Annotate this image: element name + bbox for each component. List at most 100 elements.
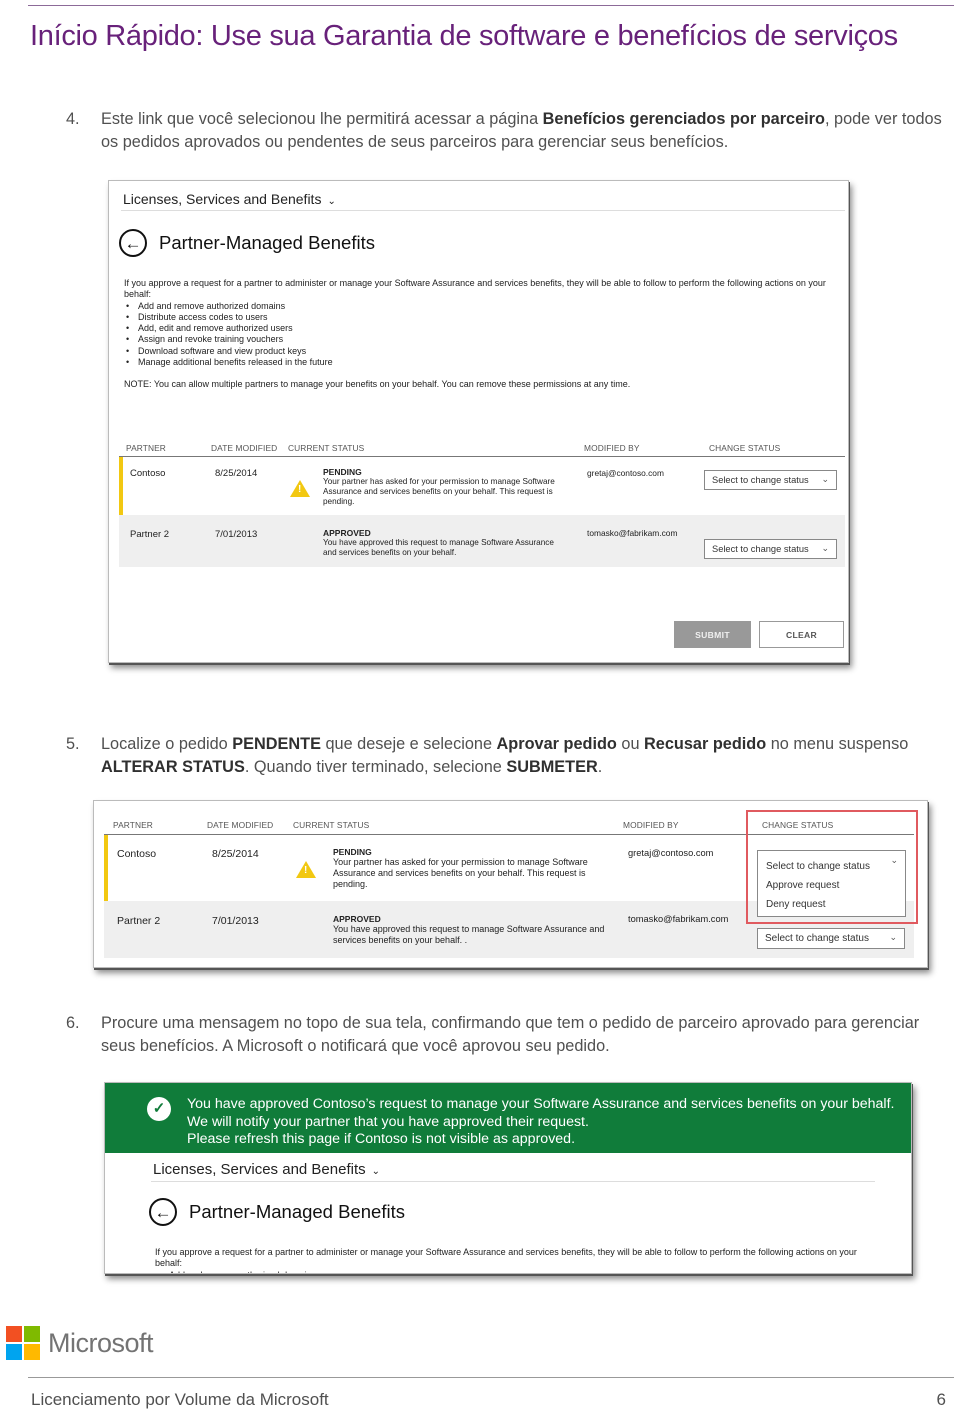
page-title: Início Rápido: Use sua Garantia de softw… bbox=[30, 20, 898, 53]
bold-term: ALTERAR STATUS bbox=[101, 758, 245, 776]
column-header-partner: PARTNER bbox=[113, 820, 153, 830]
chevron-down-icon: ⌄ bbox=[821, 474, 829, 484]
status-description: You have approved this request to manage… bbox=[323, 538, 554, 558]
screenshot-approval-confirmation: ✓ You have approved Contoso’s request to… bbox=[104, 1082, 912, 1274]
status-description: Your partner has asked for your permissi… bbox=[323, 477, 555, 507]
column-header-current-status: CURRENT STATUS bbox=[293, 820, 370, 830]
column-header-change-status: CHANGE STATUS bbox=[709, 443, 781, 453]
warning-icon: ! bbox=[290, 480, 310, 497]
action-item: Manage additional benefits released in t… bbox=[124, 357, 839, 369]
step-number: 4. bbox=[66, 110, 80, 128]
text-run: no menu suspenso bbox=[766, 735, 909, 753]
pending-flag bbox=[104, 835, 108, 901]
page-header: ← Partner-Managed Benefits bbox=[119, 229, 375, 257]
status-title: APPROVED bbox=[333, 914, 381, 924]
change-status-select[interactable]: Select to change status ⌄ bbox=[704, 539, 837, 559]
highlight-box bbox=[746, 810, 918, 924]
banner-line: Please refresh this page if Contoso is n… bbox=[187, 1131, 576, 1147]
partner-name: Partner 2 bbox=[117, 915, 161, 927]
text-run: Procure uma mensagem no topo de sua tela… bbox=[101, 1014, 920, 1055]
current-status: PENDING Your partner has asked for your … bbox=[323, 467, 568, 508]
breadcrumb[interactable]: Licenses, Services and Benefits ⌄ bbox=[123, 191, 336, 207]
date-modified: 7/01/2013 bbox=[212, 915, 259, 927]
logo-square-red bbox=[6, 1326, 22, 1342]
modified-by: gretaj@contoso.com bbox=[587, 468, 664, 478]
table-row: Contoso 8/25/2014 ! PENDING Your partner… bbox=[119, 457, 845, 515]
change-status-select[interactable]: Select to change status ⌄ bbox=[757, 928, 905, 949]
intro-text: If you approve a request for a partner t… bbox=[124, 278, 826, 300]
action-item: Add, edit and remove authorized users bbox=[124, 323, 839, 335]
status-description: Your partner has asked for your permissi… bbox=[333, 857, 588, 889]
pending-flag bbox=[119, 457, 123, 515]
breadcrumb-divider bbox=[151, 1181, 875, 1182]
modified-by: tomasko@fabrikam.com bbox=[628, 914, 729, 924]
step-6: 6. Procure uma mensagem no topo de sua t… bbox=[66, 1012, 950, 1058]
action-item: Distribute access codes to users bbox=[124, 312, 839, 324]
note-text: NOTE: You can allow multiple partners to… bbox=[124, 379, 631, 390]
checkmark-icon: ✓ bbox=[147, 1097, 171, 1121]
text-run: ou bbox=[616, 735, 645, 753]
select-value: Select to change status bbox=[765, 933, 869, 944]
submit-button[interactable]: SUBMIT bbox=[674, 621, 751, 648]
step-text: Este link que você selecionou lhe permit… bbox=[66, 108, 950, 154]
column-header-current-status: CURRENT STATUS bbox=[288, 443, 365, 453]
status-title: PENDING bbox=[323, 467, 362, 477]
page-header: ← Partner-Managed Benefits bbox=[149, 1198, 405, 1226]
back-arrow-icon[interactable]: ← bbox=[119, 229, 147, 257]
portal-page-title: Partner-Managed Benefits bbox=[159, 232, 375, 253]
breadcrumb-label: Licenses, Services and Benefits bbox=[153, 1161, 366, 1178]
actions-list: Add and remove authorized domains Distri… bbox=[124, 301, 839, 369]
status-title: PENDING bbox=[333, 847, 372, 857]
step-4: 4. Este link que você selecionou lhe per… bbox=[66, 108, 950, 154]
column-header-partner: PARTNER bbox=[126, 443, 166, 453]
partner-name: Contoso bbox=[130, 468, 166, 479]
microsoft-wordmark: Microsoft bbox=[48, 1327, 154, 1358]
table-row: Partner 2 7/01/2013 APPROVED You have ap… bbox=[119, 515, 845, 567]
chevron-down-icon: ⌄ bbox=[327, 196, 336, 207]
text-run: Localize o pedido bbox=[101, 735, 233, 753]
intro-text: If you approve a request for a partner t… bbox=[155, 1247, 857, 1269]
change-status-select[interactable]: Select to change status ⌄ bbox=[704, 470, 837, 490]
action-item: Assign and revoke training vouchers bbox=[124, 334, 839, 346]
current-status: PENDING Your partner has asked for your … bbox=[333, 847, 608, 890]
chevron-down-icon: ⌄ bbox=[821, 543, 829, 553]
screenshot-partner-managed-benefits: Licenses, Services and Benefits ⌄ ← Partn… bbox=[108, 180, 849, 663]
action-item: Add and remove authorized domains bbox=[124, 301, 839, 313]
action-item: Download software and view product keys bbox=[124, 346, 839, 358]
logo-square-green bbox=[24, 1326, 40, 1342]
footer-doc-title: Licenciamento por Volume da Microsoft bbox=[31, 1390, 329, 1409]
back-arrow-icon[interactable]: ← bbox=[149, 1198, 177, 1226]
date-modified: 7/01/2013 bbox=[215, 529, 258, 540]
bold-term: Benefícios gerenciados por parceiro bbox=[542, 110, 825, 128]
partner-name: Contoso bbox=[117, 848, 157, 860]
text-run: que deseje e selecione bbox=[320, 735, 497, 753]
breadcrumb[interactable]: Licenses, Services and Benefits ⌄ bbox=[153, 1161, 380, 1178]
bold-term: PENDENTE bbox=[232, 735, 321, 753]
warning-icon: ! bbox=[296, 861, 316, 878]
select-value: Select to change status bbox=[712, 475, 809, 485]
step-number: 5. bbox=[66, 735, 80, 753]
chevron-down-icon: ⌄ bbox=[889, 932, 897, 942]
text-run: . Quando tiver terminado, selecione bbox=[244, 758, 507, 776]
current-status: APPROVED You have approved this request … bbox=[333, 914, 608, 946]
step-text: Procure uma mensagem no topo de sua tela… bbox=[66, 1012, 950, 1058]
bold-term: SUBMETER bbox=[506, 758, 598, 776]
breadcrumb-label: Licenses, Services and Benefits bbox=[123, 191, 322, 207]
column-header-modified-by: MODIFIED BY bbox=[623, 820, 679, 830]
column-header-date-modified: DATE MODIFIED bbox=[211, 443, 278, 453]
modified-by: gretaj@contoso.com bbox=[628, 848, 714, 858]
date-modified: 8/25/2014 bbox=[212, 848, 259, 860]
bold-term: Aprovar pedido bbox=[496, 735, 617, 753]
clear-button[interactable]: CLEAR bbox=[759, 621, 844, 648]
partner-name: Partner 2 bbox=[130, 529, 170, 540]
current-status: APPROVED You have approved this request … bbox=[323, 528, 568, 558]
status-description: You have approved this request to manage… bbox=[333, 924, 605, 945]
portal-page-title: Partner-Managed Benefits bbox=[189, 1201, 405, 1222]
chevron-down-icon: ⌄ bbox=[371, 1166, 381, 1177]
screenshot-change-status-dropdown: PARTNER DATE MODIFIED CURRENT STATUS MOD… bbox=[93, 800, 928, 968]
status-title: APPROVED bbox=[323, 528, 371, 538]
intro-section: If you approve a request for a partner t… bbox=[155, 1247, 875, 1273]
column-header-modified-by: MODIFIED BY bbox=[584, 443, 640, 453]
bold-term: Recusar pedido bbox=[644, 735, 767, 753]
select-value: Select to change status bbox=[712, 544, 809, 554]
